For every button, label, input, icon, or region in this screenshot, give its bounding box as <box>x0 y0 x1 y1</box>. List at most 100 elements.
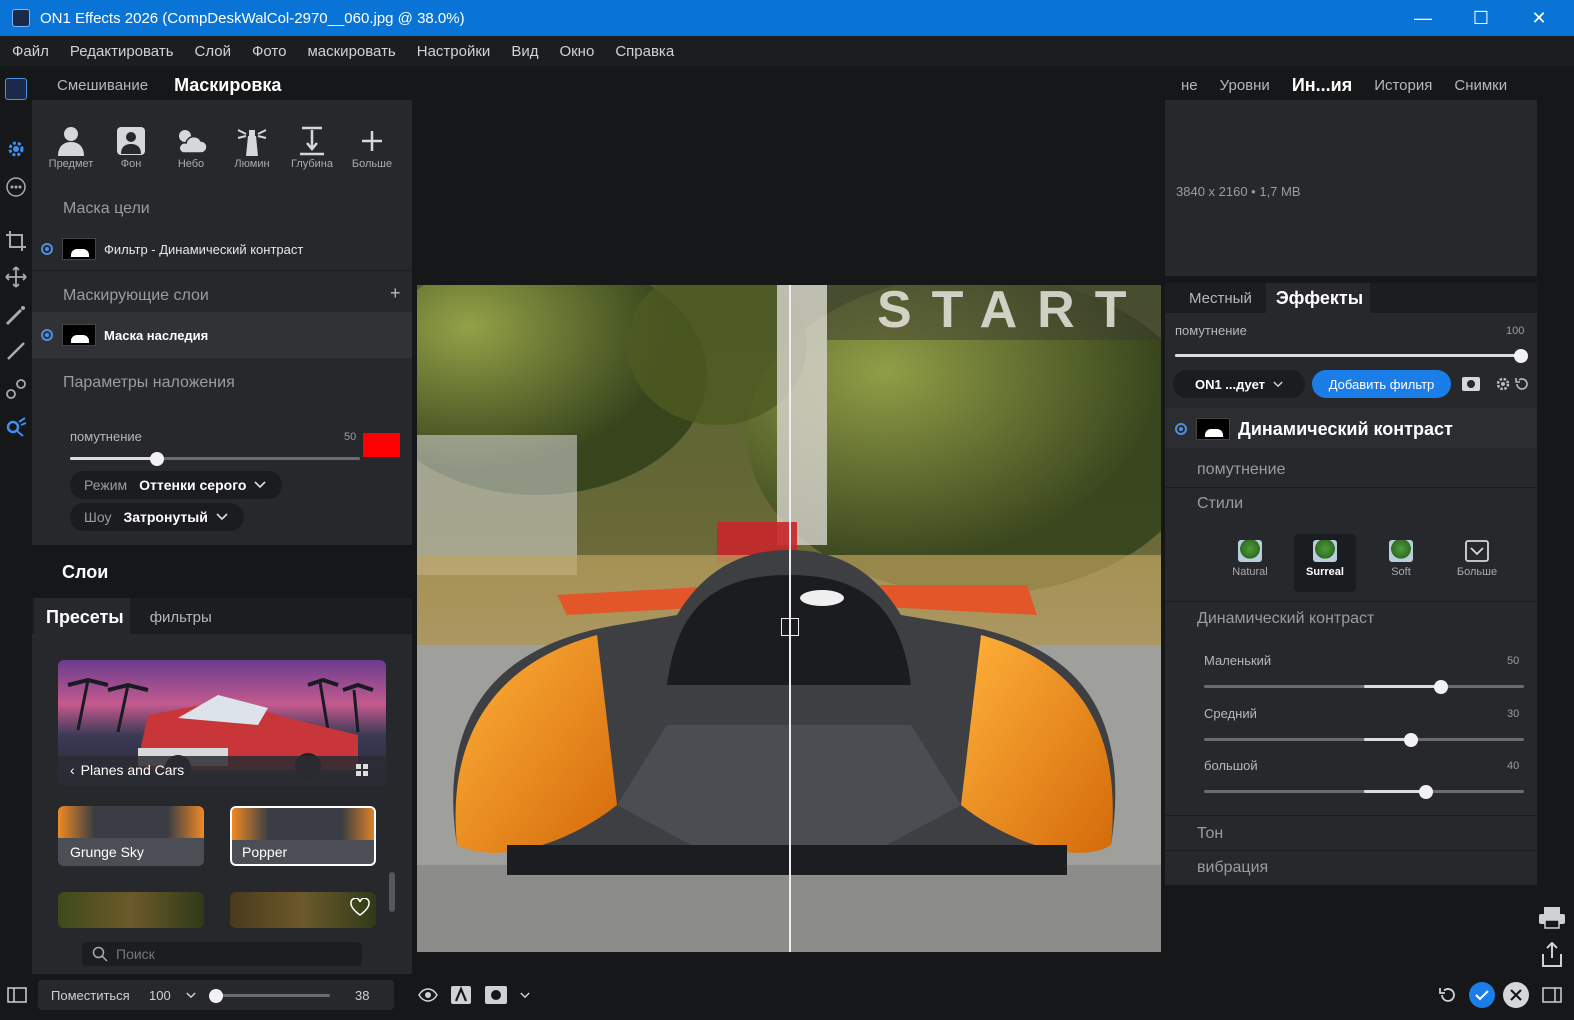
share-icon[interactable] <box>1540 942 1564 968</box>
undo-icon[interactable] <box>1438 986 1456 1004</box>
show-dropdown[interactable]: Шоу Затронутый <box>70 503 244 531</box>
tab-info[interactable]: Ин...ия <box>1292 75 1352 96</box>
search-field[interactable]: Поиск <box>82 942 362 966</box>
print-icon[interactable] <box>1538 906 1566 930</box>
reset-icon[interactable] <box>1514 376 1530 392</box>
preset-dropdown[interactable]: ON1 ...дует <box>1173 370 1305 398</box>
style-natural[interactable]: Natural <box>1219 534 1281 592</box>
add-mask-layer-button[interactable]: + <box>390 283 401 304</box>
cancel-button[interactable] <box>1503 982 1529 1008</box>
heart-icon[interactable] <box>350 898 370 916</box>
chevron-down-icon[interactable] <box>520 992 530 999</box>
right-panel-toggle-icon[interactable] <box>1542 987 1562 1003</box>
gear-icon[interactable] <box>1495 376 1511 392</box>
menu-photo[interactable]: Фото <box>252 43 286 60</box>
mask-opacity-handle[interactable] <box>150 452 164 466</box>
preset-thumb[interactable] <box>58 892 204 928</box>
presets-scrollbar[interactable] <box>389 872 395 912</box>
tab-local[interactable]: Местный <box>1189 290 1252 307</box>
mask-opacity-label: помутнение <box>70 429 142 444</box>
chevron-down-icon[interactable] <box>186 992 196 999</box>
mask-tool-depth[interactable]: Глубина <box>286 124 338 170</box>
tab-effects[interactable]: Эффекты <box>1276 288 1363 309</box>
vibrance-section[interactable]: вибрация <box>1197 859 1268 877</box>
canvas-image[interactable]: START <box>417 285 1161 952</box>
fit-button[interactable]: Поместиться <box>51 988 130 1003</box>
menu-view[interactable]: Вид <box>511 43 538 60</box>
menu-settings[interactable]: Настройки <box>417 43 491 60</box>
tab-filters[interactable]: фильтры <box>150 609 212 626</box>
browse-icon[interactable] <box>5 78 27 100</box>
large-slider-handle[interactable] <box>1418 785 1433 799</box>
eye-icon[interactable] <box>418 987 438 1003</box>
mask-visibility-icon[interactable] <box>1461 376 1481 392</box>
tab-blending[interactable]: Смешивание <box>57 77 148 94</box>
tab-navigator[interactable]: не <box>1181 77 1198 94</box>
grid-view-icon[interactable] <box>356 764 368 776</box>
chevron-down-icon <box>216 513 228 521</box>
mask-opacity-value: 50 <box>344 431 357 443</box>
style-soft[interactable]: Soft <box>1370 534 1432 592</box>
filter-header[interactable]: Динамический контраст <box>1165 408 1537 448</box>
menu-window[interactable]: Окно <box>559 43 594 60</box>
menu-file[interactable]: Файл <box>12 43 49 60</box>
mask-tool-background[interactable]: Фон <box>105 124 157 170</box>
mask-layers-title: Маскирующие слои <box>63 287 209 304</box>
search-input[interactable]: Поиск <box>116 946 155 962</box>
split-handle[interactable] <box>781 618 799 636</box>
mask-brush-icon[interactable] <box>5 378 27 400</box>
maximize-button[interactable]: ☐ <box>1452 0 1510 36</box>
preset-grunge-sky[interactable]: Grunge Sky <box>58 806 204 866</box>
move-icon[interactable] <box>5 266 27 288</box>
menu-mask[interactable]: маскировать <box>307 43 395 60</box>
medium-slider-handle[interactable] <box>1403 733 1418 747</box>
menu-help[interactable]: Справка <box>615 43 674 60</box>
style-more[interactable]: Больше <box>1446 534 1508 592</box>
effects-gear-icon[interactable] <box>5 138 27 160</box>
tab-snapshots[interactable]: Снимки <box>1454 77 1507 94</box>
divider <box>1165 601 1537 602</box>
close-button[interactable]: ✕ <box>1510 0 1568 36</box>
filter-opacity-label: помутнение <box>1197 461 1286 478</box>
mask-layer-row[interactable]: Маска наследия <box>32 312 412 358</box>
mask-tool-subject[interactable]: Предмет <box>45 124 97 170</box>
crop-icon[interactable] <box>5 230 27 252</box>
menu-edit[interactable]: Редактировать <box>70 43 174 60</box>
bottom-bar: Поместиться 100 38 <box>0 976 1574 1016</box>
add-filter-button[interactable]: Добавить фильтр <box>1312 370 1451 398</box>
tab-levels[interactable]: Уровни <box>1220 77 1270 94</box>
more-dots-icon[interactable] <box>5 176 27 198</box>
chevron-left-icon[interactable]: ‹ <box>70 762 75 778</box>
style-surreal[interactable]: Surreal <box>1294 534 1356 592</box>
compare-view-icon[interactable] <box>450 985 472 1005</box>
mask-color-swatch[interactable] <box>363 433 400 457</box>
mask-layer-radio[interactable] <box>41 329 53 341</box>
mask-view-icon[interactable] <box>484 985 508 1005</box>
filter-radio[interactable] <box>1175 423 1187 435</box>
mode-dropdown[interactable]: Режим Оттенки серого <box>70 471 282 499</box>
preset-popper[interactable]: Popper <box>230 806 376 866</box>
panel-toggle-icon[interactable] <box>7 987 27 1003</box>
tone-section[interactable]: Тон <box>1197 825 1223 843</box>
retouch-icon[interactable] <box>5 304 27 326</box>
mask-tool-more[interactable]: Больше <box>346 124 398 170</box>
mask-tool-luminance[interactable]: Люмин <box>226 124 278 170</box>
zoom-slider-handle[interactable] <box>209 989 223 1003</box>
zoom-slider[interactable] <box>210 994 330 997</box>
tab-presets[interactable]: Пресеты <box>46 607 124 628</box>
minimize-button[interactable]: — <box>1394 0 1452 36</box>
zoom-preset-value[interactable]: 100 <box>149 988 171 1003</box>
target-mask-item[interactable]: Фильтр - Динамический контраст <box>41 238 303 260</box>
refine-icon[interactable] <box>5 416 27 438</box>
tab-history[interactable]: История <box>1374 77 1432 94</box>
brush-icon[interactable] <box>5 340 27 362</box>
apply-button[interactable] <box>1469 982 1495 1008</box>
global-opacity-handle[interactable] <box>1514 349 1528 363</box>
preset-thumb[interactable] <box>230 892 376 928</box>
target-mask-radio[interactable] <box>41 243 53 255</box>
tab-masking[interactable]: Маскировка <box>174 75 281 96</box>
mask-tool-sky[interactable]: Небо <box>165 124 217 170</box>
menu-layer[interactable]: Слой <box>195 43 231 60</box>
preset-category-card[interactable]: ‹ Planes and Cars <box>58 660 386 786</box>
small-slider-handle[interactable] <box>1433 680 1448 694</box>
